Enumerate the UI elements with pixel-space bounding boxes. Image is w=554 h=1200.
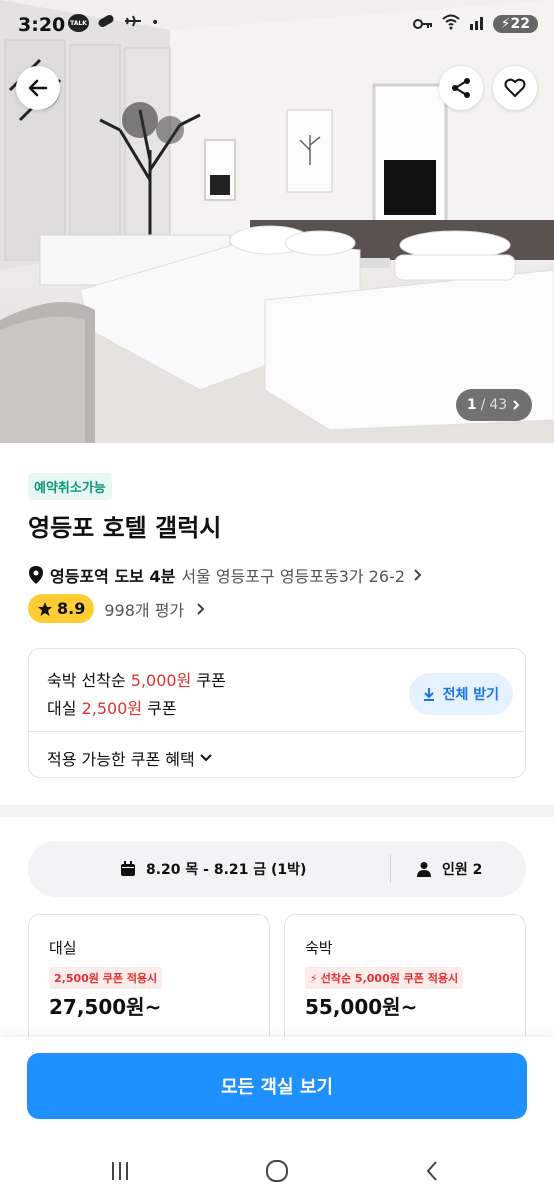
cancel-available-badge: 예약취소가능: [28, 473, 112, 500]
hotel-name: 영등포 호텔 갤럭시: [28, 514, 222, 542]
divider: [390, 855, 391, 883]
battery-level: 22: [510, 16, 530, 32]
system-icons: ⚡22: [412, 14, 538, 34]
coupon-dayuse-amount: 2,500원: [81, 699, 143, 718]
room-option-stay[interactable]: 숙박 ⚡ 선착순 5,000원 쿠폰 적용시 55,000원~: [284, 914, 526, 1054]
coupon-benefits-toggle[interactable]: 적용 가능한 쿠폰 혜택: [47, 746, 213, 770]
chevron-left-icon: [426, 1161, 437, 1181]
hotel-photo-gallery[interactable]: [0, 0, 554, 443]
favorite-button[interactable]: [493, 66, 537, 110]
status-time: 3:20: [18, 14, 66, 36]
person-icon: [417, 862, 431, 877]
gallery-total: 43: [489, 397, 508, 413]
calendar-icon: [121, 861, 135, 876]
location-walk-time: 영등포역 도보 4분: [50, 567, 176, 586]
gallery-current: 1: [466, 397, 477, 413]
chevron-down-icon: [200, 754, 212, 762]
charging-icon: ⚡: [500, 16, 511, 32]
star-icon: [38, 601, 52, 616]
coupon-tag-text: 선착순 5,000원 쿠폰 적용시: [320, 972, 459, 985]
room-price: 55,000원~: [305, 995, 418, 1019]
divider: [29, 731, 525, 732]
coupon-dayuse-suffix: 쿠폰: [147, 699, 177, 718]
date-range: 8.20 목 - 8.21 금 (1박): [146, 862, 307, 878]
download-all-label: 전체 받기: [442, 687, 499, 703]
coupon-stay-prefix: 숙박 선착순: [47, 671, 126, 690]
bottom-bar: 모든 객실 보기: [0, 1037, 554, 1200]
room-type: 대실: [49, 939, 77, 957]
battery-indicator: ⚡22: [492, 15, 538, 33]
coupon-stay-suffix: 쿠폰: [196, 671, 226, 690]
recent-apps-button[interactable]: [100, 1154, 140, 1188]
coupon-box: 숙박 선착순 5,000원 쿠폰 대실 2,500원 쿠폰 전체 받기 적용 가…: [28, 648, 526, 778]
room-type: 숙박: [305, 939, 333, 957]
signal-icon: [469, 14, 485, 34]
date-selector[interactable]: 8.20 목 - 8.21 금 (1박): [120, 859, 306, 879]
share-icon: [452, 78, 470, 98]
heart-icon: [504, 78, 526, 97]
arrow-left-icon: [28, 79, 48, 97]
airplane-icon: [123, 14, 143, 32]
section-divider: [0, 805, 554, 817]
home-icon: [266, 1160, 288, 1182]
key-icon: [412, 15, 433, 34]
location-pin-icon: [29, 566, 43, 584]
rating-value: 8.9: [57, 599, 86, 618]
status-bar: 3:20 TALK • ⚡22: [0, 0, 554, 52]
back-nav-button[interactable]: [412, 1154, 452, 1188]
download-icon: [423, 688, 434, 701]
location-row[interactable]: 영등포역 도보 4분 서울 영등포구 영등포동3가 26-2: [28, 563, 528, 587]
coupon-tag: ⚡ 선착순 5,000원 쿠폰 적용시: [305, 967, 464, 989]
notification-icons: TALK •: [68, 14, 159, 32]
coupon-dayuse: 대실 2,500원 쿠폰: [47, 695, 177, 719]
room-option-dayuse[interactable]: 대실 2,500원 쿠폰 적용시 27,500원~: [28, 914, 270, 1054]
chevron-right-icon: [513, 400, 520, 410]
gallery-separator: /: [480, 397, 486, 413]
coupon-benefits-label: 적용 가능한 쿠폰 혜택: [47, 750, 195, 769]
wifi-icon: [441, 14, 461, 34]
kakaotalk-icon: TALK: [68, 14, 89, 32]
coupon-tag-text: 2,500원 쿠폰 적용시: [54, 972, 158, 985]
share-button[interactable]: [439, 66, 483, 110]
date-guest-selector[interactable]: 8.20 목 - 8.21 금 (1박) 인원 2: [28, 841, 526, 897]
chevron-right-icon: [197, 602, 205, 615]
dot-icon: •: [151, 15, 160, 31]
coupon-stay-amount: 5,000원: [130, 671, 192, 690]
coupon-stay: 숙박 선착순 5,000원 쿠폰: [47, 667, 226, 691]
back-button[interactable]: [16, 66, 60, 110]
review-count: 998개 평가: [104, 600, 185, 620]
view-all-rooms-button[interactable]: 모든 객실 보기: [27, 1053, 527, 1119]
system-nav-bar: [0, 1142, 554, 1200]
recent-apps-icon: [112, 1162, 128, 1180]
room-price: 27,500원~: [49, 995, 162, 1019]
pill-icon: [97, 14, 115, 32]
rating-badge: 8.9: [28, 594, 95, 623]
coupon-tag: 2,500원 쿠폰 적용시: [49, 967, 163, 989]
guest-count: 인원 2: [442, 862, 483, 878]
guest-selector[interactable]: 인원 2: [416, 859, 482, 879]
gallery-counter[interactable]: 1 / 43: [456, 389, 532, 421]
address: 서울 영등포구 영등포동3가 26-2: [181, 567, 405, 586]
download-all-coupons-button[interactable]: 전체 받기: [408, 673, 513, 715]
lightning-icon: ⚡: [310, 971, 318, 985]
chevron-right-icon: [414, 569, 422, 581]
home-button[interactable]: [257, 1154, 297, 1188]
rating-row[interactable]: 8.9 998개 평가: [28, 594, 206, 623]
hotel-room-photo: [0, 0, 554, 443]
coupon-dayuse-prefix: 대실: [47, 699, 77, 718]
